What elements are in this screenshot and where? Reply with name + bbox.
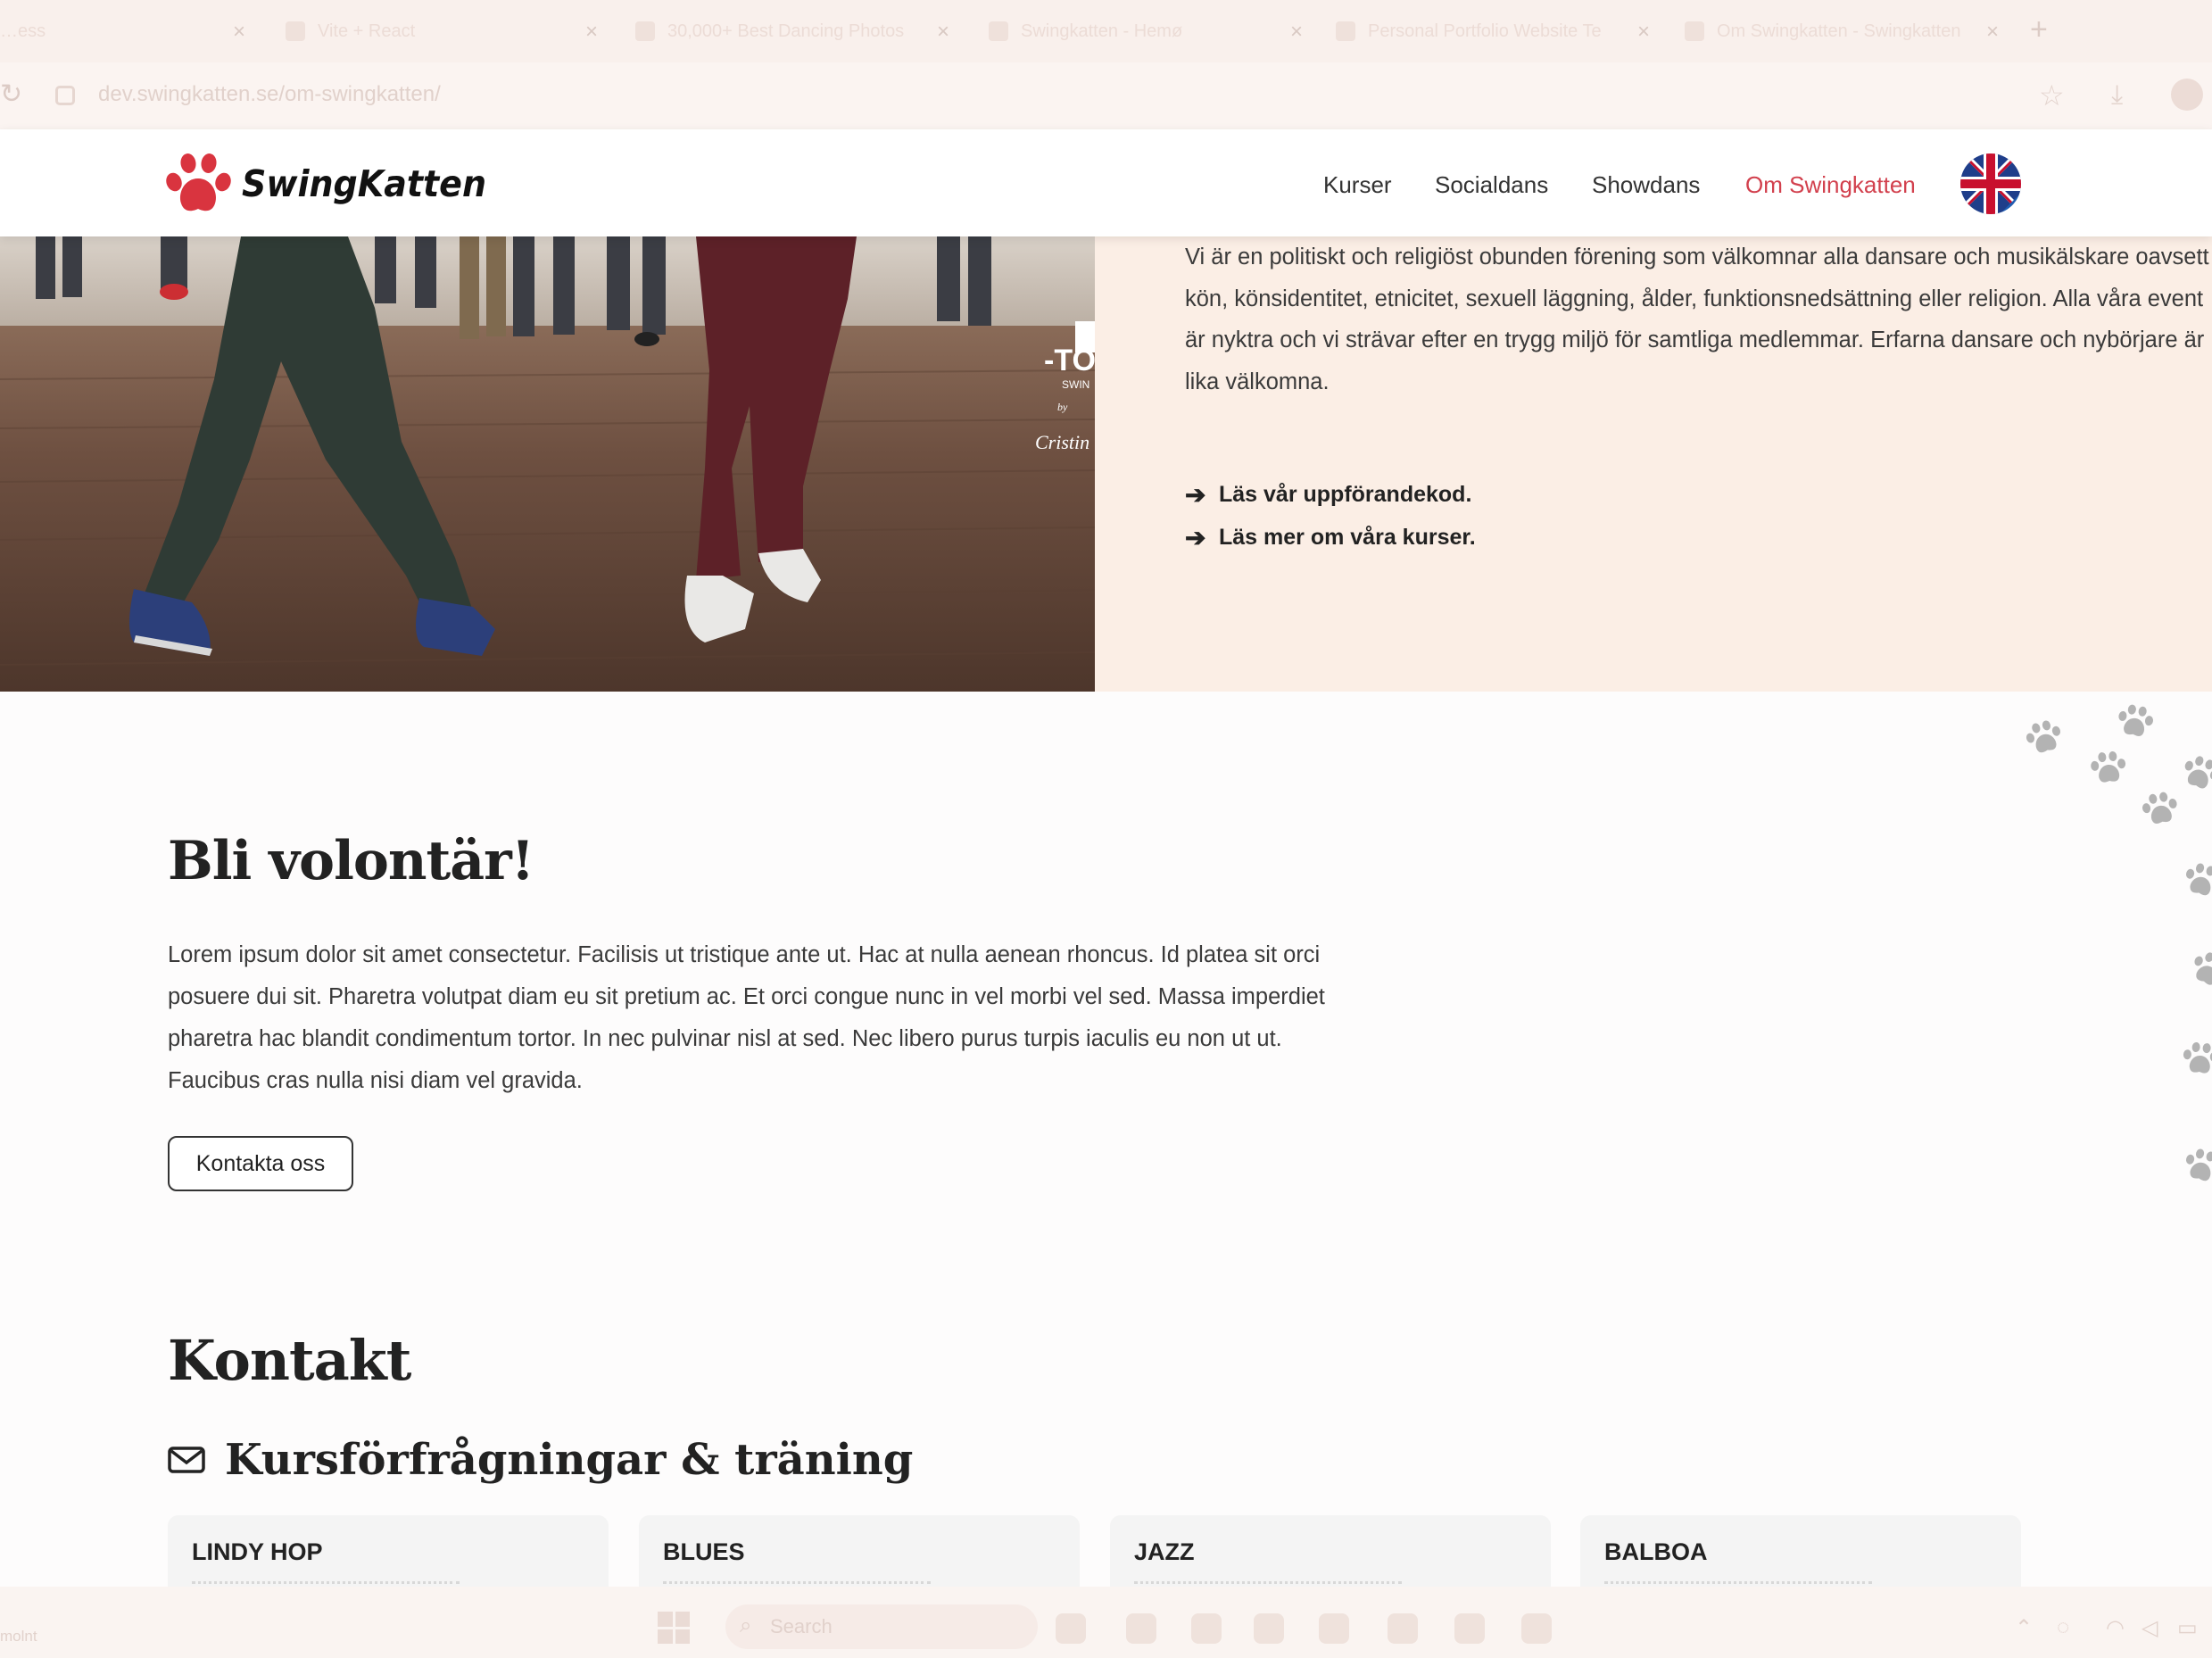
weather-label: molnt: [0, 1628, 37, 1645]
close-tab-icon[interactable]: ×: [937, 20, 949, 45]
link-label: Läs mer om våra kurser.: [1219, 524, 1476, 550]
intro-paragraph: Vi är en politiskt och religiöst obunden…: [1185, 245, 2209, 394]
chrome-icon[interactable]: [1521, 1613, 1552, 1644]
contact-subheading-row: Kursförfrågningar & träning: [168, 1435, 913, 1485]
reload-icon[interactable]: ↻: [0, 79, 22, 110]
tray-app-icon[interactable]: ◌: [2057, 1615, 2069, 1640]
nav-kurser[interactable]: Kurser: [1323, 171, 1392, 199]
new-tab-icon[interactable]: +: [2030, 12, 2048, 47]
tab-label: Swingkatten - Hemø: [1021, 21, 1183, 41]
svg-text:SWIN: SWIN: [1062, 378, 1089, 391]
site-header: SwingKatten Kurser Socialdans Showdans O…: [0, 129, 2212, 236]
language-flag-icon[interactable]: [1960, 153, 2021, 214]
browser-tab[interactable]: 30,000+ Best Dancing Photos ×: [635, 11, 949, 52]
paw-print-icon: [2182, 1040, 2212, 1074]
task-view-icon[interactable]: [1056, 1613, 1086, 1644]
card-title: BLUES: [663, 1538, 745, 1565]
contact-subheading: Kursförfrågningar & träning: [225, 1435, 914, 1485]
arrow-right-icon: ➔: [1185, 480, 1206, 509]
url-field[interactable]: dev.swingkatten.se/om-swingkatten/: [98, 82, 441, 107]
intro-panel: Vi är en politiskt och religiöst obunden…: [1095, 236, 2212, 692]
contact-heading: Kontakt: [168, 1328, 411, 1393]
code-of-conduct-link[interactable]: ➔ Läs vår uppförandekod.: [1185, 473, 1476, 516]
nav-showdans[interactable]: Showdans: [1592, 171, 1700, 199]
nav-om-swingkatten[interactable]: Om Swingkatten: [1745, 171, 1916, 199]
battery-icon[interactable]: ▭: [2177, 1615, 2198, 1641]
svg-text:by: by: [1057, 401, 1068, 413]
tab-favicon-icon: [635, 21, 655, 41]
volunteer-heading: Bli volontär!: [168, 830, 534, 892]
tab-favicon-icon: [1685, 21, 1704, 41]
courses-link[interactable]: ➔ Läs mer om våra kurser.: [1185, 516, 1476, 559]
arrow-right-icon: ➔: [1185, 523, 1206, 551]
profile-avatar[interactable]: [2171, 79, 2203, 111]
logo-wordmark: SwingKatten: [242, 162, 486, 205]
start-icon[interactable]: [658, 1612, 690, 1644]
close-tab-icon[interactable]: ×: [1986, 20, 1999, 45]
wifi-icon[interactable]: ◠: [2106, 1615, 2125, 1641]
contact-us-button[interactable]: Kontakta oss: [168, 1136, 353, 1191]
bookmark-star-icon[interactable]: ☆: [2039, 79, 2065, 112]
intro-links: ➔ Läs vår uppförandekod. ➔ Läs mer om vå…: [1185, 473, 1476, 559]
volunteer-paragraph: Lorem ipsum dolor sit amet consectetur. …: [168, 942, 1325, 1093]
card-title: LINDY HOP: [192, 1538, 323, 1565]
paw-logo-icon: [166, 153, 231, 211]
close-tab-icon[interactable]: ×: [1290, 20, 1303, 45]
os-taskbar: molnt ⌕ Search ⌃ ◌ ◠ ◁ ▭: [0, 1587, 2212, 1658]
download-icon[interactable]: ⤓: [2111, 80, 2123, 111]
tab-favicon-icon: [989, 21, 1008, 41]
dancers-photo: -TO SWIN by Cristin: [0, 236, 1095, 692]
volume-icon[interactable]: ◁: [2142, 1615, 2158, 1641]
search-placeholder: Search: [770, 1615, 833, 1637]
close-tab-icon[interactable]: ×: [233, 20, 245, 45]
envelope-icon: [168, 1447, 205, 1473]
nav-socialdans[interactable]: Socialdans: [1435, 171, 1548, 199]
close-tab-icon[interactable]: ×: [1637, 20, 1650, 45]
browser-tab-active[interactable]: Om Swingkatten - Swingkatten ×: [1685, 11, 1999, 52]
paw-print-icon: [2182, 860, 2212, 899]
browser-tab-bar: …ess × Vite + React × 30,000+ Best Danci…: [0, 0, 2212, 62]
tab-label: …ess: [0, 21, 46, 41]
address-bar: ↻ dev.swingkatten.se/om-swingkatten/ ☆ ⤓: [0, 62, 2212, 129]
paw-print-icon: [2089, 750, 2127, 783]
card-title: BALBOA: [1604, 1538, 1708, 1565]
tab-label: 30,000+ Best Dancing Photos: [667, 21, 905, 41]
tab-label: Om Swingkatten - Swingkatten: [1717, 21, 1961, 41]
app-icon[interactable]: [1454, 1613, 1485, 1644]
chrome-icon[interactable]: [1388, 1613, 1418, 1644]
paw-print-icon: [2179, 751, 2212, 792]
paw-print-icon: [2140, 790, 2180, 826]
svg-text:-TO: -TO: [1044, 344, 1095, 377]
close-tab-icon[interactable]: ×: [585, 20, 598, 45]
app-icon[interactable]: [1254, 1613, 1284, 1644]
paw-print-icon: [2023, 717, 2065, 756]
chevron-up-icon[interactable]: ⌃: [2015, 1615, 2033, 1641]
browser-tab[interactable]: …ess ×: [0, 11, 245, 52]
tab-label: Vite + React: [318, 21, 416, 41]
link-label: Läs vår uppförandekod.: [1219, 481, 1472, 507]
file-explorer-icon[interactable]: [1191, 1613, 1222, 1644]
svg-text:Cristin: Cristin: [1035, 431, 1089, 453]
tab-favicon-icon: [286, 21, 305, 41]
card-title: JAZZ: [1134, 1538, 1195, 1565]
browser-tab[interactable]: Personal Portfolio Website Te ×: [1336, 11, 1650, 52]
paw-print-icon: [2187, 947, 2212, 990]
taskbar-search[interactable]: ⌕ Search: [725, 1604, 1038, 1649]
paw-print-icon: [2182, 1146, 2212, 1184]
tab-label: Personal Portfolio Website Te: [1368, 21, 1602, 41]
browser-tab[interactable]: Vite + React ×: [286, 11, 598, 52]
tab-favicon-icon: [1336, 21, 1355, 41]
site-info-icon[interactable]: [55, 86, 75, 105]
edge-icon[interactable]: [1319, 1613, 1349, 1644]
paw-print-icon: [2116, 702, 2156, 739]
browser-tab[interactable]: Swingkatten - Hemø ×: [989, 11, 1303, 52]
search-icon: ⌕: [740, 1613, 752, 1637]
site-logo[interactable]: SwingKatten: [165, 152, 486, 216]
copilot-icon[interactable]: [1126, 1613, 1156, 1644]
